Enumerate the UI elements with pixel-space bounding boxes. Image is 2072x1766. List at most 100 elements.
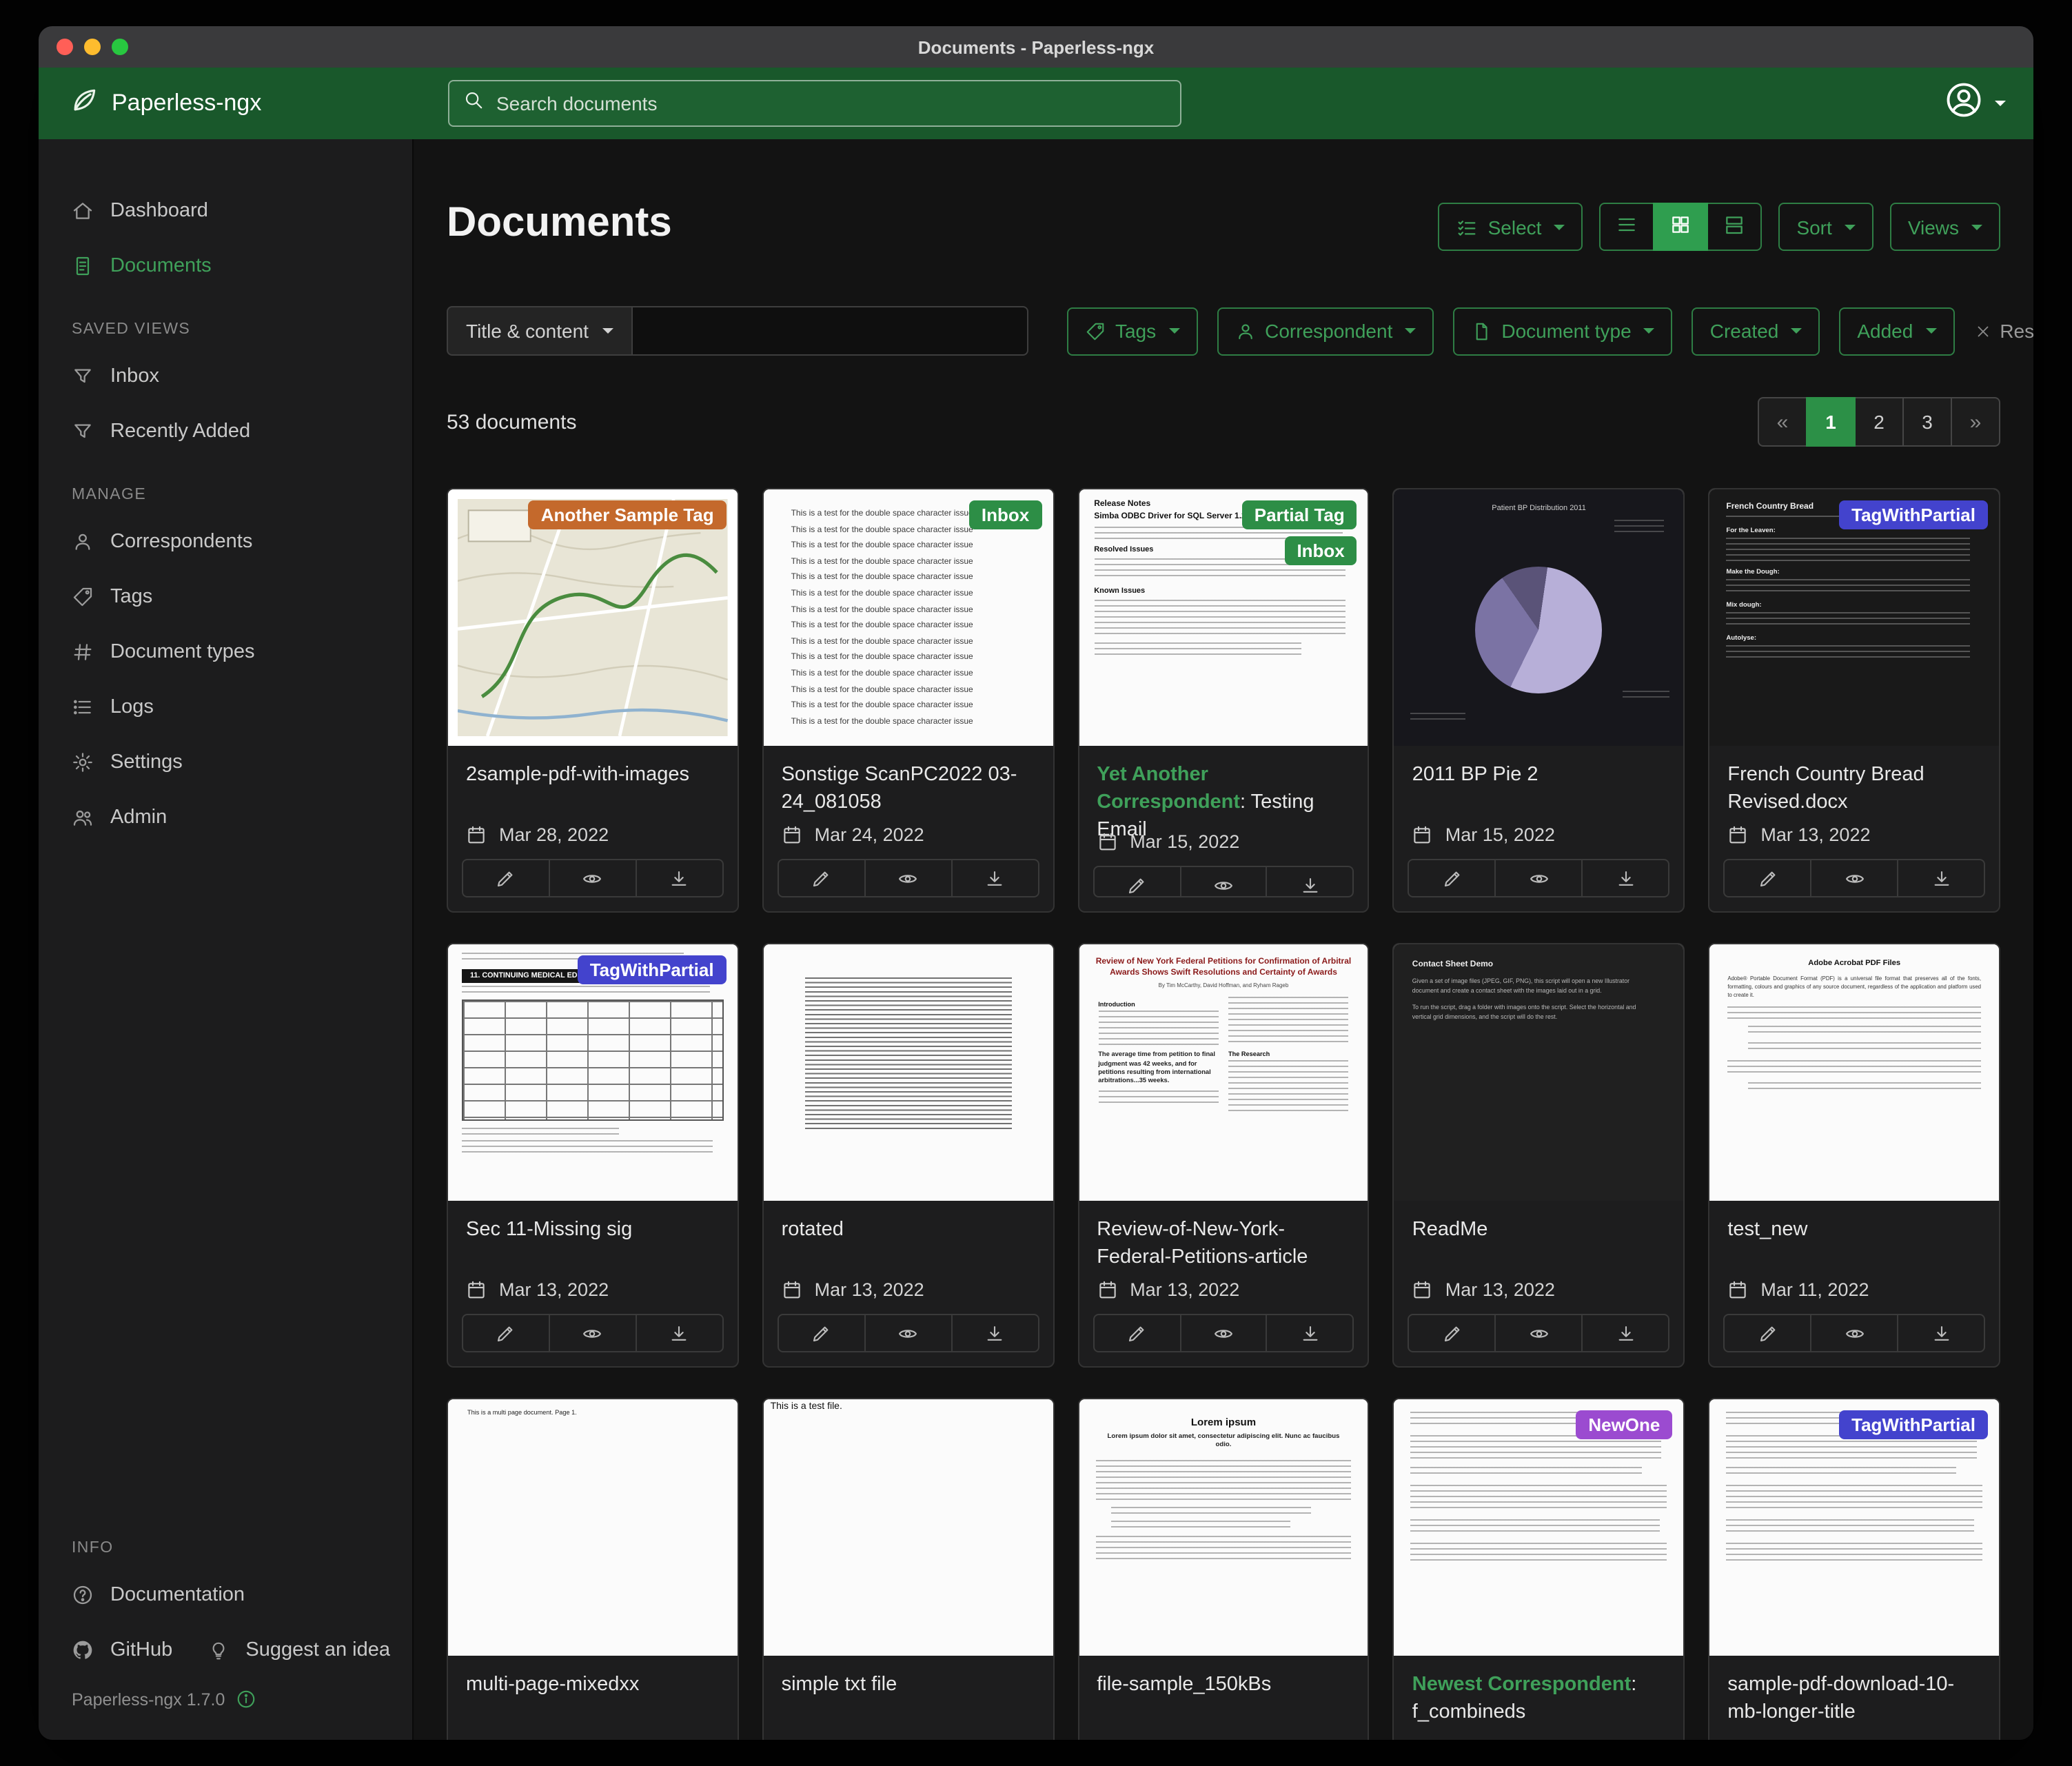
- info-icon[interactable]: [236, 1689, 256, 1709]
- document-title[interactable]: 2sample-pdf-with-images: [466, 761, 720, 789]
- tag-badge-inbox[interactable]: Inbox: [969, 500, 1042, 529]
- sort-button[interactable]: Sort: [1778, 203, 1873, 251]
- edit-document-button[interactable]: [1094, 1315, 1179, 1352]
- filter-dropdown-tags[interactable]: Tags: [1067, 307, 1197, 355]
- edit-document-button[interactable]: [1410, 860, 1495, 897]
- document-card[interactable]: Contact Sheet DemoGiven a set of image f…: [1393, 943, 1685, 1368]
- document-correspondent-link[interactable]: Yet Another Correspondent: [1097, 764, 1240, 813]
- tag-badge-partial-tag[interactable]: Partial Tag: [1242, 500, 1357, 529]
- sidebar-item-github[interactable]: GitHub: [39, 1623, 205, 1678]
- download-document-button[interactable]: [636, 860, 722, 897]
- document-card[interactable]: This is a test file. simple txt file: [762, 1398, 1055, 1740]
- download-document-button[interactable]: [1582, 1315, 1669, 1352]
- view-document-button[interactable]: [1179, 1315, 1266, 1352]
- document-card[interactable]: NewOne Newest Correspondent: f_combineds: [1393, 1398, 1685, 1740]
- document-card[interactable]: Another Sample Tag 2sample-pdf-with-image…: [447, 488, 739, 913]
- filter-dropdown-correspondent[interactable]: Correspondent: [1217, 307, 1434, 355]
- filter-text-input[interactable]: [633, 306, 1028, 356]
- document-card[interactable]: This is a multi page document. Page 1. mu…: [447, 1398, 739, 1740]
- document-title[interactable]: Newest Correspondent: f_combineds: [1412, 1671, 1666, 1726]
- edit-document-button[interactable]: [779, 860, 864, 897]
- search-input[interactable]: [496, 92, 1166, 114]
- document-thumbnail[interactable]: Lorem ipsumLorem ipsum dolor sit amet, c…: [1079, 1399, 1368, 1656]
- document-title[interactable]: rotated: [782, 1216, 1035, 1244]
- sidebar-item-inbox[interactable]: Inbox: [39, 349, 412, 404]
- sidebar-item-correspondents[interactable]: Correspondents: [39, 514, 412, 569]
- view-document-button[interactable]: [864, 1315, 951, 1352]
- tag-badge-newone[interactable]: NewOne: [1576, 1410, 1672, 1439]
- next-page-button[interactable]: »: [1951, 397, 2000, 447]
- document-card[interactable]: 11. CONTINUING MEDICAL EDUCATagWithParti…: [447, 943, 739, 1368]
- download-document-button[interactable]: [1266, 867, 1353, 897]
- tag-badge-inbox[interactable]: Inbox: [1284, 536, 1357, 565]
- document-title[interactable]: Review-of-New-York-Federal-Petitions-art…: [1097, 1216, 1350, 1271]
- document-correspondent-link[interactable]: Newest Correspondent: [1412, 1674, 1631, 1696]
- minimize-window-button[interactable]: [84, 39, 101, 55]
- download-document-button[interactable]: [951, 860, 1037, 897]
- view-document-button[interactable]: [1179, 867, 1266, 897]
- document-thumbnail[interactable]: TagWithPartial: [1709, 1399, 1999, 1656]
- select-button[interactable]: Select: [1439, 203, 1583, 251]
- page-2-button[interactable]: 2: [1854, 397, 1904, 447]
- view-details-button[interactable]: [1707, 203, 1762, 251]
- document-card[interactable]: Review of New York Federal Petitions for…: [1077, 943, 1370, 1368]
- document-card[interactable]: This is a test for the double space char…: [762, 488, 1055, 913]
- download-document-button[interactable]: [1582, 860, 1669, 897]
- reset-filters-button[interactable]: Reset filters: [1973, 320, 2033, 342]
- document-thumbnail[interactable]: Another Sample Tag: [448, 489, 738, 746]
- previous-page-button[interactable]: «: [1758, 397, 1807, 447]
- title-content-dropdown[interactable]: Title & content: [447, 306, 633, 356]
- document-thumbnail[interactable]: Review of New York Federal Petitions for…: [1079, 944, 1368, 1201]
- document-card[interactable]: rotatedMar 13, 2022: [762, 943, 1055, 1368]
- view-document-button[interactable]: [1495, 860, 1582, 897]
- user-menu[interactable]: [1945, 81, 2006, 125]
- document-title[interactable]: test_new: [1727, 1216, 1981, 1244]
- document-title[interactable]: ReadMe: [1412, 1216, 1666, 1244]
- document-card[interactable]: TagWithPartialsample-pdf-download-10-mb-…: [1708, 1398, 2000, 1740]
- filter-dropdown-added[interactable]: Added: [1839, 307, 1954, 355]
- edit-document-button[interactable]: [779, 1315, 864, 1352]
- view-document-button[interactable]: [549, 1315, 636, 1352]
- document-thumbnail[interactable]: This is a test for the double space char…: [764, 489, 1053, 746]
- document-title[interactable]: simple txt file: [782, 1671, 1035, 1698]
- view-document-button[interactable]: [1810, 860, 1897, 897]
- document-thumbnail[interactable]: 11. CONTINUING MEDICAL EDUCATagWithParti…: [448, 944, 738, 1201]
- document-title[interactable]: French Country Bread Revised.docx: [1727, 761, 1981, 816]
- view-document-button[interactable]: [1810, 1315, 1897, 1352]
- views-button[interactable]: Views: [1890, 203, 2000, 251]
- document-thumbnail[interactable]: This is a test file.: [764, 1399, 1053, 1656]
- edit-document-button[interactable]: [463, 1315, 549, 1352]
- document-card[interactable]: Lorem ipsumLorem ipsum dolor sit amet, c…: [1077, 1398, 1370, 1740]
- document-title[interactable]: Sonstige ScanPC2022 03-24_081058: [782, 761, 1035, 816]
- sidebar-item-documentation[interactable]: Documentation: [39, 1567, 412, 1623]
- document-thumbnail[interactable]: Release NotesSimba ODBC Driver for SQL S…: [1079, 489, 1368, 746]
- document-card[interactable]: Release NotesSimba ODBC Driver for SQL S…: [1077, 488, 1370, 913]
- filter-dropdown-created[interactable]: Created: [1692, 307, 1820, 355]
- edit-document-button[interactable]: [1094, 867, 1179, 897]
- view-list-button[interactable]: [1599, 203, 1654, 251]
- filter-dropdown-document-type[interactable]: Document type: [1453, 307, 1672, 355]
- sidebar-item-recently-added[interactable]: Recently Added: [39, 404, 412, 459]
- document-thumbnail[interactable]: Contact Sheet DemoGiven a set of image f…: [1394, 944, 1684, 1201]
- sidebar-item-suggest-an-idea[interactable]: Suggest an idea: [208, 1623, 412, 1678]
- document-thumbnail[interactable]: French Country BreadFor the Leaven:Make …: [1709, 489, 1999, 746]
- document-card[interactable]: French Country BreadFor the Leaven:Make …: [1708, 488, 2000, 913]
- download-document-button[interactable]: [1897, 860, 1984, 897]
- view-document-button[interactable]: [549, 860, 636, 897]
- download-document-button[interactable]: [636, 1315, 722, 1352]
- download-document-button[interactable]: [1897, 1315, 1984, 1352]
- view-document-button[interactable]: [864, 860, 951, 897]
- document-title[interactable]: file-sample_150kBs: [1097, 1671, 1350, 1698]
- sidebar-item-documents[interactable]: Documents: [39, 238, 412, 294]
- sidebar-item-dashboard[interactable]: Dashboard: [39, 183, 412, 238]
- view-document-button[interactable]: [1495, 1315, 1582, 1352]
- zoom-window-button[interactable]: [112, 39, 128, 55]
- download-document-button[interactable]: [1266, 1315, 1353, 1352]
- document-title[interactable]: multi-page-mixedxx: [466, 1671, 720, 1698]
- document-thumbnail[interactable]: [764, 944, 1053, 1201]
- document-thumbnail[interactable]: This is a multi page document. Page 1.: [448, 1399, 738, 1656]
- app-logo[interactable]: Paperless-ngx: [39, 85, 414, 122]
- document-thumbnail[interactable]: NewOne: [1394, 1399, 1684, 1656]
- document-title[interactable]: Sec 11-Missing sig: [466, 1216, 720, 1244]
- tag-badge-another-sample-tag[interactable]: Another Sample Tag: [529, 500, 727, 529]
